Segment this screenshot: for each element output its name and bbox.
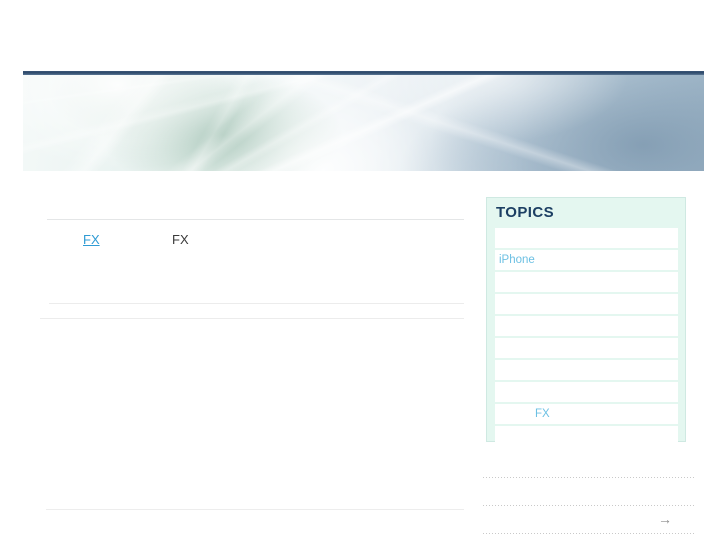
- topics-list: iPhone FX: [495, 228, 678, 448]
- footer-right-dotted-rule: [483, 505, 695, 506]
- footer-right-link[interactable]: [495, 459, 531, 471]
- topics-list-item[interactable]: [495, 338, 678, 358]
- topics-list-item[interactable]: [495, 426, 678, 446]
- content-separator-top: [47, 219, 464, 220]
- footer-right-dotted-rule: [483, 533, 695, 534]
- topics-list-item-label: FX: [535, 408, 550, 420]
- header-banner-artwork: [23, 75, 704, 171]
- topics-list-item[interactable]: [495, 272, 678, 292]
- topics-panel: TOPICS iPhone FX: [486, 197, 686, 446]
- topics-list-item[interactable]: [495, 228, 678, 248]
- entry-row: FX FX: [83, 232, 453, 252]
- content-separator-middle-2: [40, 318, 464, 319]
- arrow-right-icon: →: [658, 511, 672, 527]
- content-separator-middle-1: [49, 303, 464, 304]
- topics-list-item[interactable]: [495, 360, 678, 380]
- footer-right-link[interactable]: [525, 487, 549, 499]
- topics-list-item-label: iPhone: [499, 254, 535, 266]
- topics-list-item[interactable]: [495, 316, 678, 336]
- footer-right-list: →: [483, 458, 695, 542]
- content-separator-bottom: [46, 509, 464, 510]
- topics-panel-title: TOPICS: [496, 204, 554, 221]
- footer-right-row: [483, 458, 695, 486]
- footer-left-link[interactable]: [47, 461, 85, 475]
- topics-list-item[interactable]: [495, 382, 678, 402]
- footer-right-link[interactable]: [601, 515, 613, 527]
- topics-list-item[interactable]: iPhone: [495, 250, 678, 270]
- topics-list-item[interactable]: [495, 294, 678, 314]
- site-header-banner: [23, 71, 704, 171]
- footer-right-row: →: [483, 511, 695, 542]
- topics-list-item[interactable]: FX: [495, 404, 678, 424]
- entry-secondary-text: FX: [172, 232, 189, 247]
- footer-right-dotted-rule: [483, 477, 695, 478]
- page-root: FX FX TOPICS iPhone FX →: [0, 0, 727, 545]
- footer-right-row: [483, 486, 695, 514]
- entry-title-link[interactable]: FX: [83, 232, 100, 247]
